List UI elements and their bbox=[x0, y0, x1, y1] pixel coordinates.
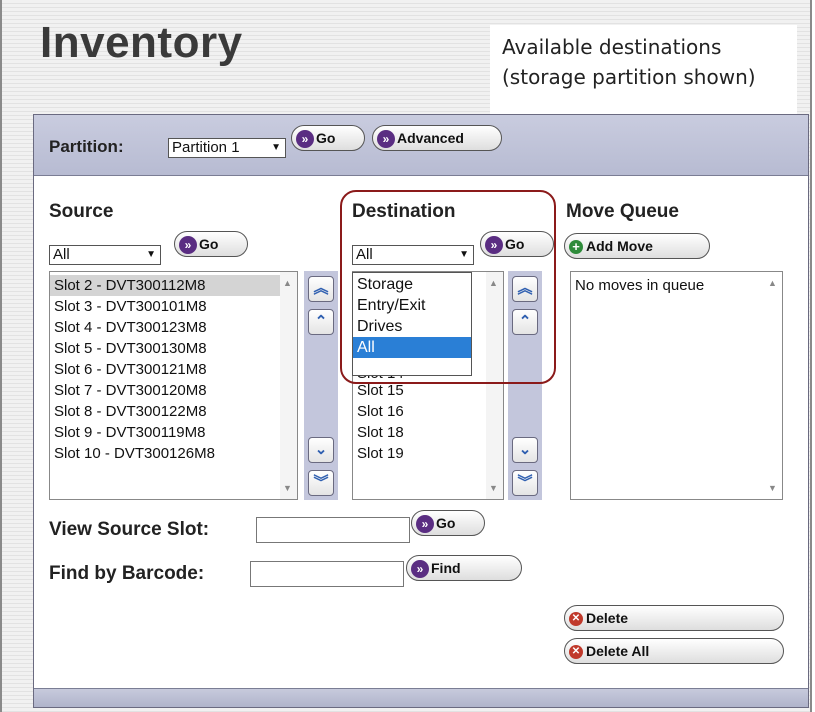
destination-list-item[interactable]: Slot 19 bbox=[353, 443, 404, 464]
x-circle-icon: ✕ bbox=[569, 645, 583, 660]
destination-list-item[interactable]: Slot 18 bbox=[353, 422, 404, 443]
destination-label: Destination bbox=[352, 201, 456, 222]
source-go-label: Go bbox=[199, 236, 219, 252]
view-source-go-label: Go bbox=[436, 515, 456, 531]
destination-list-item[interactable]: Slot 16 bbox=[353, 401, 404, 422]
destination-move-controls bbox=[508, 271, 542, 500]
destination-go-button[interactable]: » Go bbox=[480, 231, 554, 257]
destination-scrollbar[interactable]: ▲ ▼ bbox=[486, 272, 503, 499]
double-chevron-right-icon: » bbox=[416, 515, 434, 534]
delete-all-label: Delete All bbox=[586, 643, 650, 659]
partition-bar: Partition: Partition 1 ▼ » Go » Advanced bbox=[34, 115, 808, 176]
move-queue-label: Move Queue bbox=[566, 201, 679, 222]
destination-filter-value: All bbox=[356, 246, 373, 263]
source-list-item[interactable]: Slot 5 - DVT300130M8 bbox=[50, 338, 207, 359]
dropdown-option-all[interactable]: All bbox=[353, 337, 471, 358]
source-list-item[interactable]: Slot 10 - DVT300126M8 bbox=[50, 443, 215, 464]
dropdown-option-drives[interactable]: Drives bbox=[353, 316, 471, 337]
destination-go-label: Go bbox=[505, 236, 525, 252]
find-by-barcode-label: Find by Barcode: bbox=[49, 563, 205, 584]
partition-select-value: Partition 1 bbox=[172, 139, 240, 156]
chevron-down-icon: ▼ bbox=[271, 142, 281, 153]
dropdown-option-entry-exit[interactable]: Entry/Exit bbox=[353, 295, 471, 316]
callout-line-2: (storage partition shown) bbox=[502, 65, 756, 89]
bottom-bar bbox=[34, 688, 808, 707]
advanced-button[interactable]: » Advanced bbox=[372, 125, 502, 151]
scroll-up-icon[interactable]: ▲ bbox=[283, 278, 292, 288]
source-list-item[interactable]: Slot 7 - DVT300120M8 bbox=[50, 380, 207, 401]
callout-line-1: Available destinations bbox=[502, 35, 722, 59]
double-chevron-down-icon[interactable]: ︾ bbox=[308, 470, 334, 496]
move-queue-empty-text: No moves in queue bbox=[575, 277, 705, 294]
delete-label: Delete bbox=[586, 610, 629, 626]
page-title: Inventory bbox=[40, 18, 243, 67]
source-filter-value: All bbox=[53, 246, 70, 263]
double-chevron-right-icon: » bbox=[179, 236, 197, 255]
add-move-button[interactable]: + Add Move bbox=[564, 233, 710, 259]
partition-label: Partition: bbox=[49, 137, 124, 156]
partition-go-label: Go bbox=[316, 130, 336, 146]
advanced-label: Advanced bbox=[397, 130, 464, 146]
chevron-down-icon[interactable]: ⌄ bbox=[308, 437, 334, 463]
scroll-down-icon[interactable]: ▼ bbox=[283, 483, 292, 493]
source-label: Source bbox=[49, 201, 114, 222]
scroll-up-icon[interactable]: ▲ bbox=[489, 278, 498, 288]
scroll-up-icon[interactable]: ▲ bbox=[768, 278, 777, 288]
source-list-item[interactable]: Slot 9 - DVT300119M8 bbox=[50, 422, 205, 443]
double-chevron-right-icon: » bbox=[296, 130, 314, 149]
destination-dropdown-menu[interactable]: Storage Entry/Exit Drives All bbox=[352, 272, 472, 376]
x-circle-icon: ✕ bbox=[569, 612, 583, 627]
double-chevron-right-icon: » bbox=[411, 560, 429, 579]
inventory-panel: Partition: Partition 1 ▼ » Go » Advanced S… bbox=[33, 114, 809, 708]
source-scrollbar[interactable]: ▲ ▼ bbox=[280, 272, 297, 499]
delete-button[interactable]: ✕ Delete bbox=[564, 605, 784, 631]
find-button[interactable]: » Find bbox=[406, 555, 522, 581]
double-chevron-right-icon: » bbox=[485, 236, 503, 255]
barcode-input[interactable] bbox=[250, 561, 404, 587]
find-label: Find bbox=[431, 560, 461, 576]
source-list-item[interactable]: Slot 3 - DVT300101M8 bbox=[50, 296, 207, 317]
add-move-label: Add Move bbox=[586, 238, 653, 254]
scroll-down-icon[interactable]: ▼ bbox=[768, 483, 777, 493]
partition-select[interactable]: Partition 1 ▼ bbox=[168, 138, 286, 158]
source-move-controls bbox=[304, 271, 338, 500]
chevron-down-icon: ▼ bbox=[146, 249, 156, 260]
source-list-item[interactable]: Slot 4 - DVT300123M8 bbox=[50, 317, 207, 338]
double-chevron-right-icon: » bbox=[377, 130, 395, 149]
chevron-down-icon: ▼ bbox=[459, 249, 469, 260]
callout-note: Available destinations (storage partitio… bbox=[490, 25, 797, 117]
chevron-up-icon[interactable]: ⌃ bbox=[308, 309, 334, 335]
delete-all-button[interactable]: ✕ Delete All bbox=[564, 638, 784, 664]
view-source-slot-input[interactable] bbox=[256, 517, 410, 543]
source-list[interactable]: Slot 2 - DVT300112M8 Slot 3 - DVT300101M… bbox=[49, 271, 298, 500]
double-chevron-down-icon[interactable]: ︾ bbox=[512, 470, 538, 496]
double-chevron-up-icon[interactable]: ︽ bbox=[308, 276, 334, 302]
left-border bbox=[0, 0, 2, 712]
chevron-down-icon[interactable]: ⌄ bbox=[512, 437, 538, 463]
source-list-item[interactable]: Slot 6 - DVT300121M8 bbox=[50, 359, 207, 380]
plus-circle-icon: + bbox=[569, 240, 583, 255]
source-list-item[interactable]: Slot 8 - DVT300122M8 bbox=[50, 401, 207, 422]
double-chevron-up-icon[interactable]: ︽ bbox=[512, 276, 538, 302]
source-filter-select[interactable]: All ▼ bbox=[49, 245, 161, 265]
view-source-slot-label: View Source Slot: bbox=[49, 519, 210, 540]
chevron-up-icon[interactable]: ⌃ bbox=[512, 309, 538, 335]
source-list-item[interactable]: Slot 2 - DVT300112M8 bbox=[50, 275, 281, 296]
move-queue-list[interactable]: No moves in queue ▲ ▼ bbox=[570, 271, 783, 500]
dropdown-option-storage[interactable]: Storage bbox=[353, 274, 471, 295]
partition-go-button[interactable]: » Go bbox=[291, 125, 365, 151]
destination-list-item[interactable]: Slot 15 bbox=[353, 380, 404, 401]
destination-filter-select[interactable]: All ▼ bbox=[352, 245, 474, 265]
view-source-go-button[interactable]: » Go bbox=[411, 510, 485, 536]
source-go-button[interactable]: » Go bbox=[174, 231, 248, 257]
scroll-down-icon[interactable]: ▼ bbox=[489, 483, 498, 493]
move-queue-scrollbar[interactable]: ▲ ▼ bbox=[765, 272, 782, 499]
